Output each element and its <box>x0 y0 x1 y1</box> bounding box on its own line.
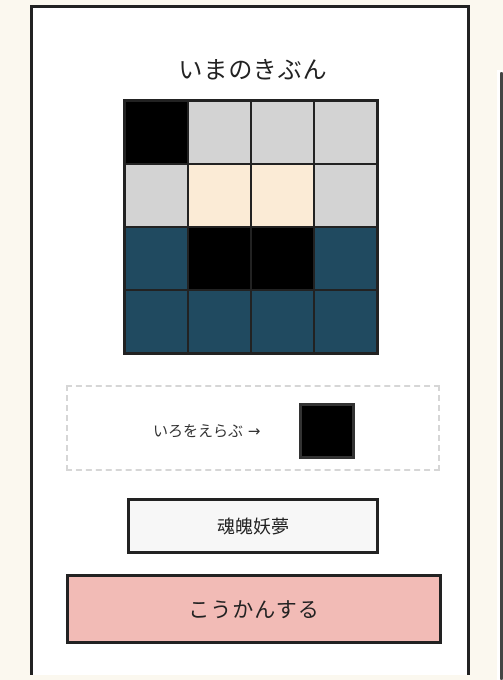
grid-cell-r4-c4[interactable] <box>315 291 376 352</box>
mood-card: いまのきぶん いろをえらぶ → 魂魄妖夢 こうかんする <box>30 5 470 675</box>
grid-cell-r3-c3[interactable] <box>252 228 313 289</box>
grid-cell-r1-c1[interactable] <box>126 102 187 163</box>
grid-cell-r3-c2[interactable] <box>189 228 250 289</box>
grid-cell-r3-c4[interactable] <box>315 228 376 289</box>
grid-cell-r2-c2[interactable] <box>189 165 250 226</box>
grid-cell-r3-c1[interactable] <box>126 228 187 289</box>
grid-cell-r2-c3[interactable] <box>252 165 313 226</box>
grid-cell-r1-c2[interactable] <box>189 102 250 163</box>
grid-cell-r4-c3[interactable] <box>252 291 313 352</box>
color-swatch-button[interactable] <box>299 403 355 459</box>
grid-cell-r1-c4[interactable] <box>315 102 376 163</box>
grid-cell-r1-c3[interactable] <box>252 102 313 163</box>
color-picker-label: いろをえらぶ → <box>153 422 261 440</box>
page-title: いまのきぶん <box>178 56 328 84</box>
grid-cell-r4-c2[interactable] <box>189 291 250 352</box>
exchange-button[interactable]: こうかんする <box>66 574 442 644</box>
color-picker-area: いろをえらぶ → <box>66 385 440 471</box>
name-display[interactable]: 魂魄妖夢 <box>127 498 379 554</box>
grid-cell-r2-c1[interactable] <box>126 165 187 226</box>
pixel-grid <box>123 99 379 355</box>
grid-cell-r2-c4[interactable] <box>315 165 376 226</box>
grid-cell-r4-c1[interactable] <box>126 291 187 352</box>
